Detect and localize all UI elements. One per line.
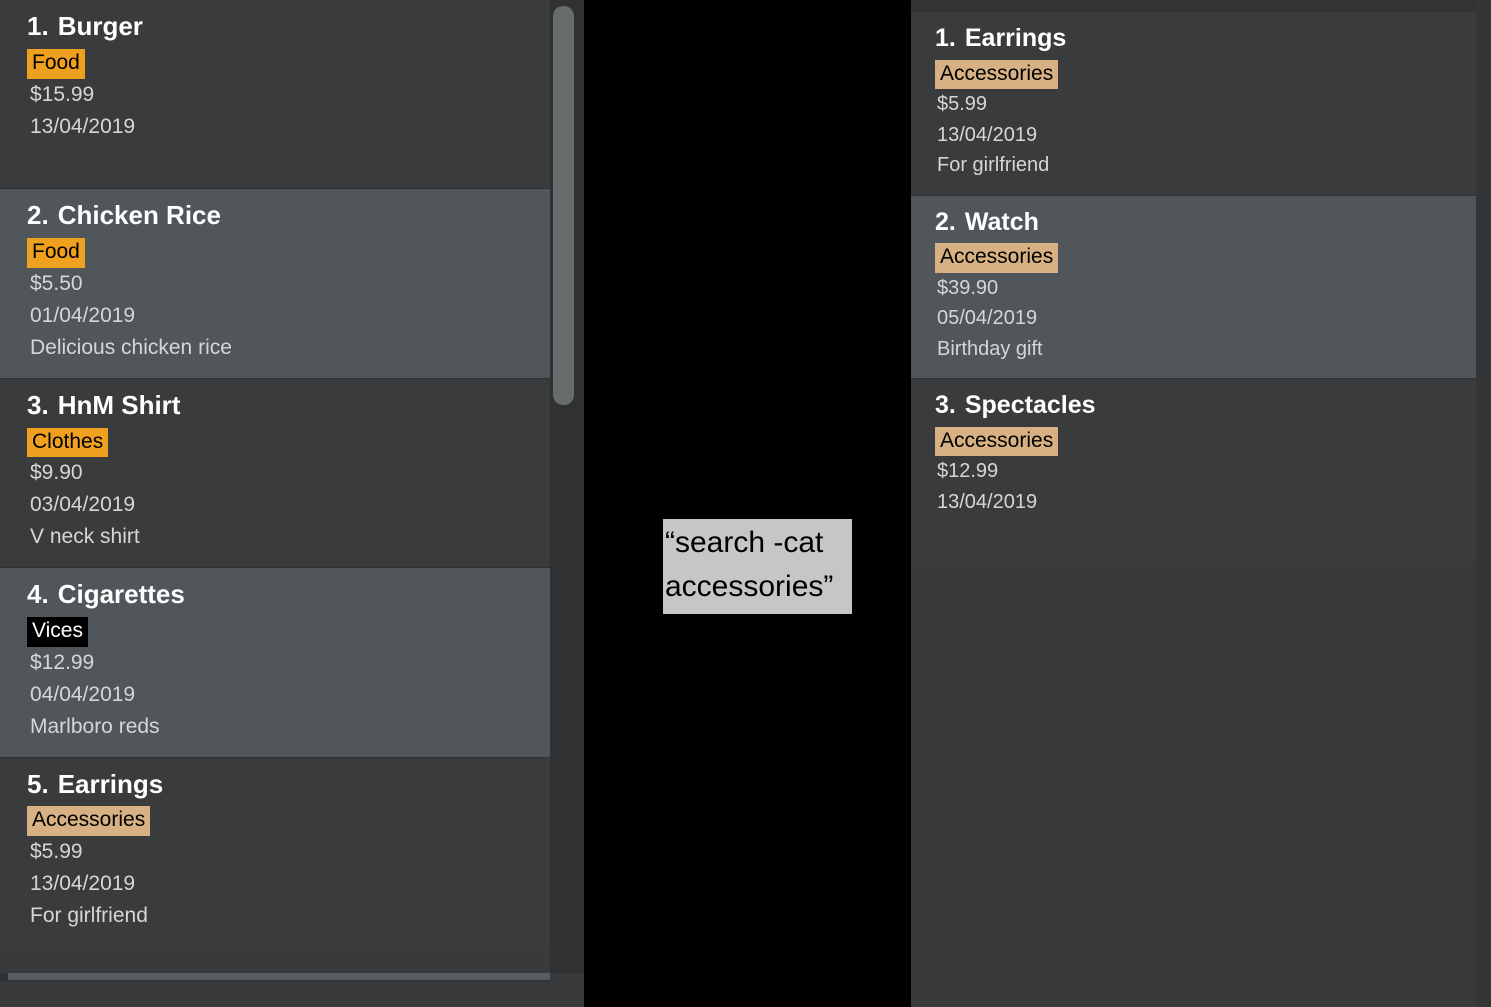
expense-card[interactable]: 4. Cigarettes Vices $12.99 04/04/2019 Marlbor… [0,567,550,757]
expense-card-name: Earrings [57,768,164,799]
expense-card-tag-row: Accessories [911,426,1476,457]
expense-card-title: 2. Watch [911,206,1476,239]
expense-card-price: $12.99 [937,460,999,483]
expense-card-name: Burger [57,11,143,41]
category-tag: Food [27,48,85,79]
expense-card-index: 5. [27,768,49,799]
expense-card-date: 03/04/2019 [30,493,136,517]
right-panel-header-strip [911,0,1476,12]
center-gap [584,0,911,1007]
expense-card-tag-row: Clothes [0,427,550,458]
expense-list-all: 1. Burger Food $15.99 13/04/2019 2. Chicken R… [0,0,550,946]
app-screen: 1. Burger Food $15.99 13/04/2019 2. Chicken R… [0,0,1491,1007]
expense-card-note: Birthday gift [937,337,1043,360]
expense-card-price: $9.90 [30,461,83,485]
expense-card-price: $5.99 [30,840,83,864]
expense-card-title: 3. HnM Shirt [0,389,550,423]
expense-card-date: 13/04/2019 [30,114,136,138]
left-panel-footer-area [0,981,584,1007]
category-tag: Food [27,238,85,269]
expense-card-name: Watch [964,207,1039,236]
expense-card-note: Delicious chicken rice [30,335,232,359]
left-expense-panel: 1. Burger Food $15.99 13/04/2019 2. Chicken R… [0,0,584,1007]
expense-card-price: $12.99 [30,650,95,674]
expense-card-price: $5.50 [30,272,83,296]
expense-card-name: Spectacles [964,391,1096,420]
expense-card[interactable]: 2. Watch Accessories $39.90 05/04/2019 Birthd… [911,194,1476,379]
expense-card-tag-row: Accessories [911,243,1476,273]
expense-card-date: 04/04/2019 [30,682,136,706]
expense-card-index: 2. [935,207,956,236]
expense-card[interactable]: 1. Burger Food $15.99 13/04/2019 [0,0,550,189]
expense-card-price: $39.90 [937,276,999,299]
expense-card-title: 3. Spectacles [911,389,1476,422]
expense-card[interactable]: 3. Spectacles Accessories $12.99 13/04/2019 [911,378,1476,562]
expense-card-index: 1. [27,11,49,41]
category-tag: Vices [27,616,88,647]
expense-card-name: Chicken Rice [57,200,221,231]
category-tag: Accessories [935,243,1059,273]
expense-card-name: Earrings [964,24,1067,52]
expense-card-title: 4. Cigarettes [0,578,550,612]
expense-card-tag-row: Accessories [0,806,550,837]
expense-card-note: Marlboro reds [30,714,160,738]
right-panel-edge-strip [1476,0,1491,1007]
expense-card-date: 01/04/2019 [30,303,136,327]
expense-card-note: For girlfriend [937,154,1050,177]
expense-card-index: 3. [27,389,49,420]
expense-card-note: For girlfriend [30,904,148,928]
expense-card-date: 13/04/2019 [30,872,136,896]
expense-card-title: 2. Chicken Rice [0,199,550,233]
expense-card-date: 05/04/2019 [937,307,1038,330]
expense-card-date: 13/04/2019 [937,123,1038,146]
expense-card-date: 13/04/2019 [937,490,1038,513]
expense-card-title: 1. Burger [0,10,550,44]
expense-card-index: 1. [935,24,956,52]
expense-card[interactable]: 5. Earrings Accessories $5.99 13/04/2019 For … [0,756,550,946]
vertical-scrollbar-thumb[interactable] [553,6,574,405]
expense-card-tag-row: Food [0,48,550,79]
category-tag: Accessories [935,426,1059,457]
category-tag: Clothes [27,427,109,458]
expense-card-index: 2. [27,200,49,231]
expense-card-name: Cigarettes [57,579,185,610]
expense-card[interactable]: 3. HnM Shirt Clothes $9.90 03/04/2019 V neck … [0,377,550,568]
expense-card-title: 1. Earrings [911,22,1476,55]
expense-card-tag-row: Vices [0,616,550,647]
expense-card-note-spacer [911,517,1476,547]
search-command-callout: “search -cat accessories” [663,519,852,614]
expense-card-price: $5.99 [937,93,988,116]
category-tag: Accessories [935,59,1059,90]
horizontal-scrollbar-thumb[interactable] [8,973,550,980]
category-tag: Accessories [27,806,151,837]
expense-card-note-spacer [0,142,550,174]
right-expense-panel: 1. Earrings Accessories $5.99 13/04/2019 For … [911,0,1491,1007]
expense-card-index: 3. [935,391,956,420]
expense-card-note: V neck shirt [30,525,140,549]
expense-card-title: 5. Earrings [0,768,550,802]
expense-card-tag-row: Food [0,238,550,269]
expense-card-tag-row: Accessories [911,59,1476,90]
expense-card-index: 4. [27,579,49,610]
expense-card[interactable]: 1. Earrings Accessories $5.99 13/04/2019 For … [911,12,1476,195]
expense-card-price: $15.99 [30,82,95,106]
expense-card[interactable]: 2. Chicken Rice Food $5.50 01/04/2019 Delicio… [0,188,550,378]
expense-card-name: HnM Shirt [57,389,181,420]
expense-list-filtered: 1. Earrings Accessories $5.99 13/04/2019 For … [911,12,1476,562]
